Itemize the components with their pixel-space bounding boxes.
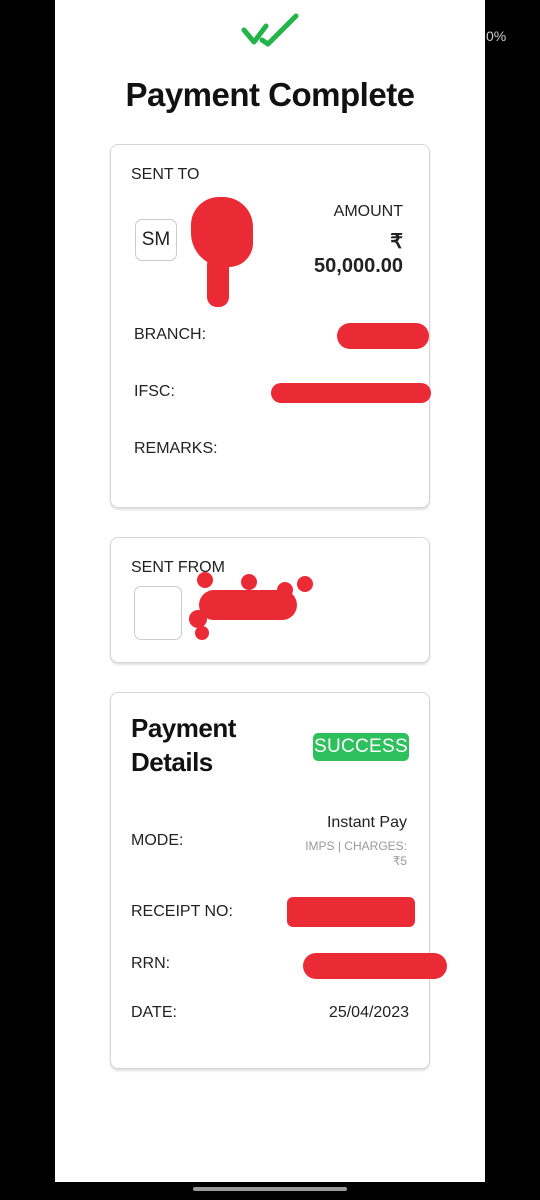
status-badge: SUCCESS: [313, 733, 409, 761]
details-heading-line2: Details: [131, 747, 213, 777]
details-heading-line1: Payment: [131, 713, 236, 743]
redaction-mark: [189, 610, 207, 628]
mode-charge: ₹5: [392, 854, 407, 868]
redaction-mark: [241, 574, 257, 590]
redaction-mark: [271, 383, 431, 403]
redaction-mark: [277, 582, 293, 598]
sent-to-heading: SENT TO: [131, 166, 200, 183]
redaction-mark: [207, 255, 229, 307]
page-title: Payment Complete: [125, 76, 415, 113]
payee-avatar: SM: [135, 219, 177, 261]
redaction-mark: [197, 572, 213, 588]
battery-percentage: 0%: [486, 28, 507, 44]
payment-details-card: Payment Details SUCCESS MODE: Instant Pa…: [110, 692, 447, 1069]
payer-avatar: [134, 586, 182, 640]
redaction-mark: [337, 323, 429, 349]
double-check-icon: [241, 13, 299, 47]
redaction-mark: [297, 576, 313, 592]
sent-from-card: SENT FROM: [110, 537, 430, 663]
redaction-mark: [303, 953, 447, 979]
rrn-label: RRN:: [131, 955, 171, 972]
sent-to-card: SENT TO SM AMOUNT ₹ 50,000.00 BRANCH: IF…: [110, 144, 431, 508]
amount-label: AMOUNT: [333, 203, 403, 220]
mode-sub: IMPS | CHARGES:: [305, 839, 407, 853]
home-indicator[interactable]: [193, 1187, 347, 1191]
date-value: 25/04/2023: [328, 1004, 409, 1021]
amount-value: 50,000.00: [314, 255, 403, 277]
receipt-label: RECEIPT NO:: [131, 903, 233, 920]
ifsc-label: IFSC:: [134, 383, 175, 400]
branch-label: BRANCH:: [134, 326, 207, 343]
redaction-mark: [287, 897, 415, 927]
mode-value: Instant Pay: [326, 814, 407, 831]
currency-symbol: ₹: [390, 231, 403, 253]
remarks-label: REMARKS:: [134, 440, 218, 457]
mode-label: MODE:: [131, 832, 184, 849]
date-label: DATE:: [131, 1004, 177, 1021]
redaction-mark: [195, 626, 209, 640]
